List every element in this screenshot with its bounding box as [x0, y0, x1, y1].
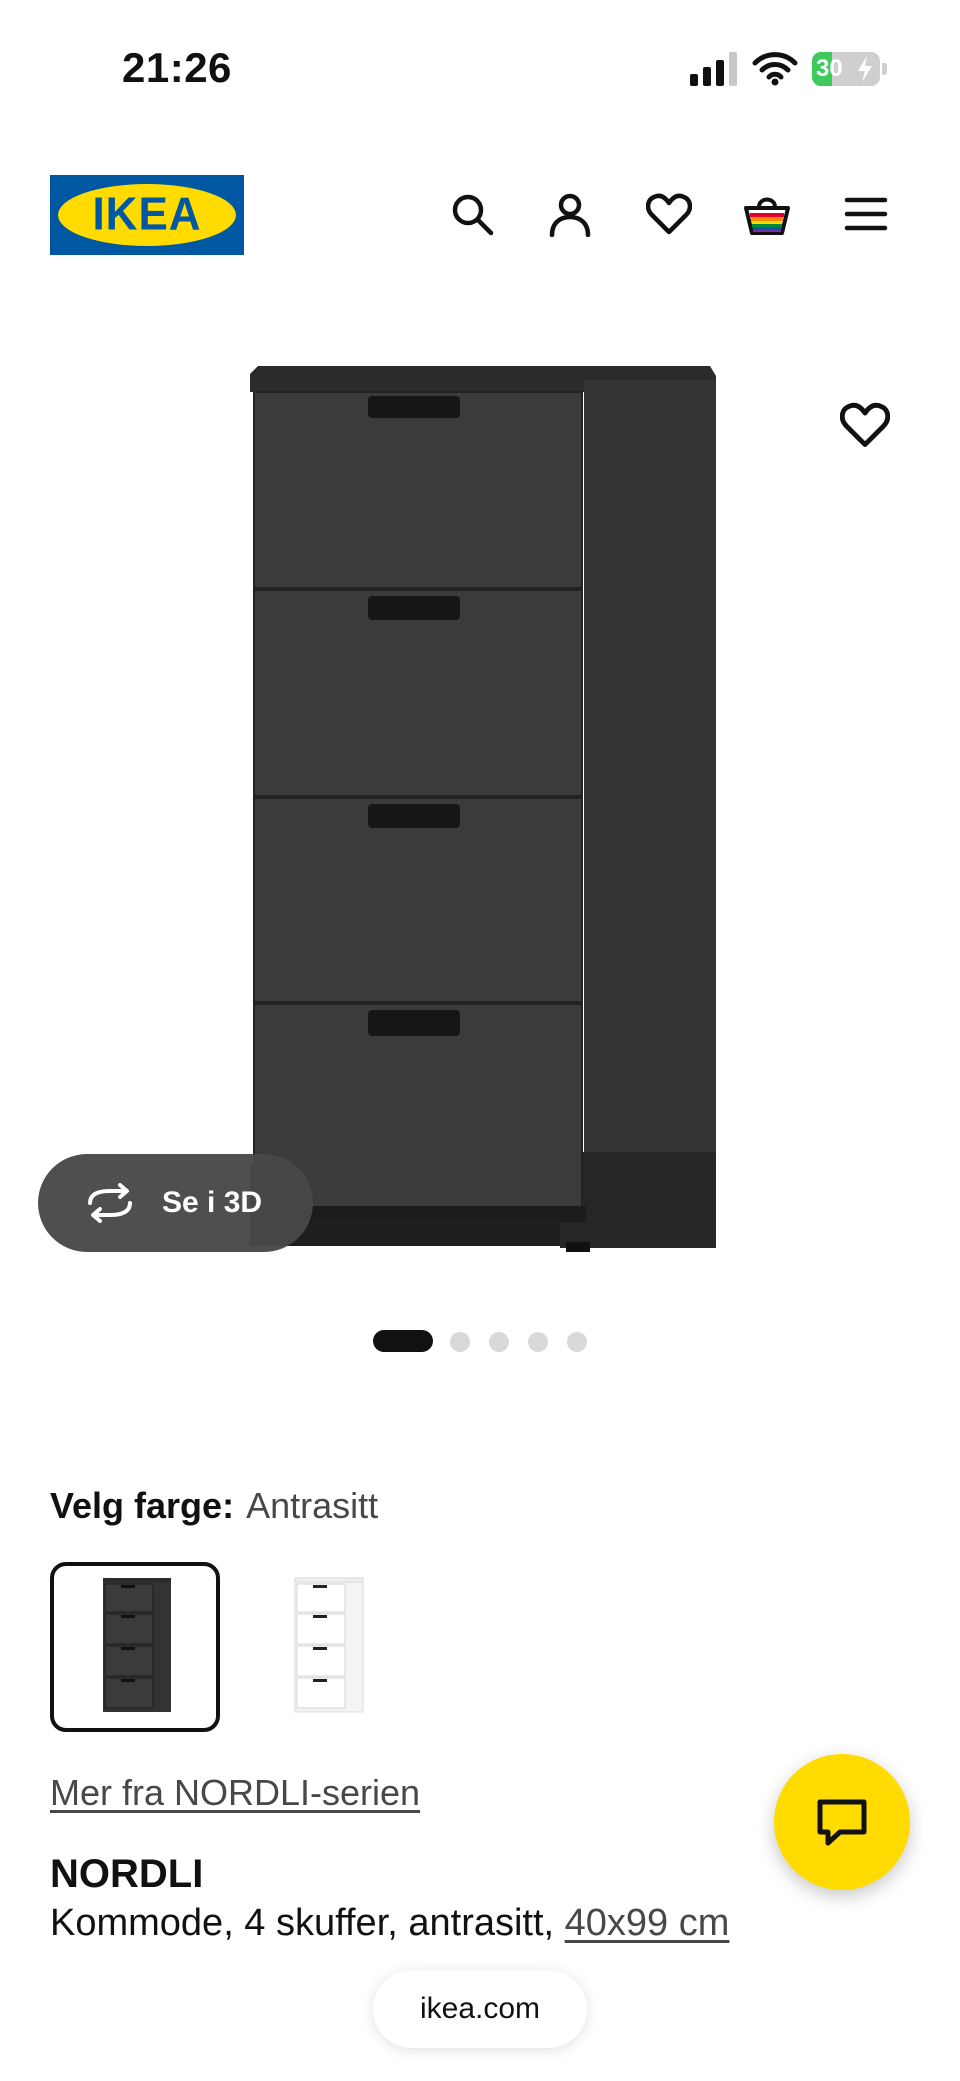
chat-bubble-icon: [817, 1799, 867, 1846]
menu-icon[interactable]: [842, 190, 890, 238]
charging-bolt-icon: [858, 56, 872, 82]
battery-level: 30: [816, 55, 843, 82]
color-selector-label: Velg farge: Antrasitt: [50, 1485, 378, 1527]
product-image-gallery[interactable]: [0, 330, 960, 1290]
wifi-icon: [752, 52, 798, 86]
gallery-pagination: [0, 1330, 960, 1354]
pagination-dot[interactable]: [528, 1332, 548, 1352]
product-image: [250, 366, 716, 1252]
heart-icon[interactable]: [645, 190, 693, 238]
search-icon[interactable]: [448, 190, 496, 238]
view-in-3d-label: Se i 3D: [162, 1186, 263, 1219]
logo-text: IKEA: [92, 188, 202, 241]
shopping-bag-icon[interactable]: [743, 190, 791, 238]
selected-color: Antrasitt: [246, 1485, 379, 1526]
chat-button[interactable]: [774, 1754, 910, 1890]
favourite-heart-icon[interactable]: [840, 400, 890, 450]
battery-icon: 30: [812, 52, 880, 86]
rotate-3d-icon: [88, 1183, 132, 1223]
url-text: ikea.com: [419, 1992, 541, 2025]
series-link[interactable]: Mer fra NORDLI-serien: [50, 1772, 420, 1814]
pagination-dot[interactable]: [450, 1332, 470, 1352]
browser-url-bar[interactable]: ikea.com: [373, 1970, 587, 2048]
dresser-thumbnail-dark: [103, 1578, 171, 1712]
product-name: NORDLI: [50, 1852, 204, 1896]
product-description: Kommode, 4 skuffer, antrasitt, 40x99 cm: [50, 1902, 729, 1945]
pagination-dot[interactable]: [489, 1332, 509, 1352]
view-in-3d-button[interactable]: Se i 3D: [38, 1154, 313, 1252]
battery-nub: [882, 63, 887, 75]
logo-oval: IKEA: [58, 184, 236, 246]
cellular-signal-icon: [690, 52, 737, 86]
pagination-dot[interactable]: [373, 1330, 433, 1352]
account-icon[interactable]: [546, 190, 594, 238]
color-swatch-white[interactable]: [242, 1562, 412, 1732]
ikea-logo[interactable]: IKEA: [50, 175, 244, 255]
product-description-text: Kommode, 4 skuffer, antrasitt,: [50, 1902, 565, 1944]
pagination-dot[interactable]: [567, 1332, 587, 1352]
color-swatch-antrasitt[interactable]: [50, 1562, 220, 1732]
color-label: Velg farge:: [50, 1485, 235, 1526]
status-time: 21:26: [122, 44, 232, 91]
product-size-link[interactable]: 40x99 cm: [565, 1902, 730, 1944]
dresser-thumbnail-white: [294, 1577, 364, 1713]
